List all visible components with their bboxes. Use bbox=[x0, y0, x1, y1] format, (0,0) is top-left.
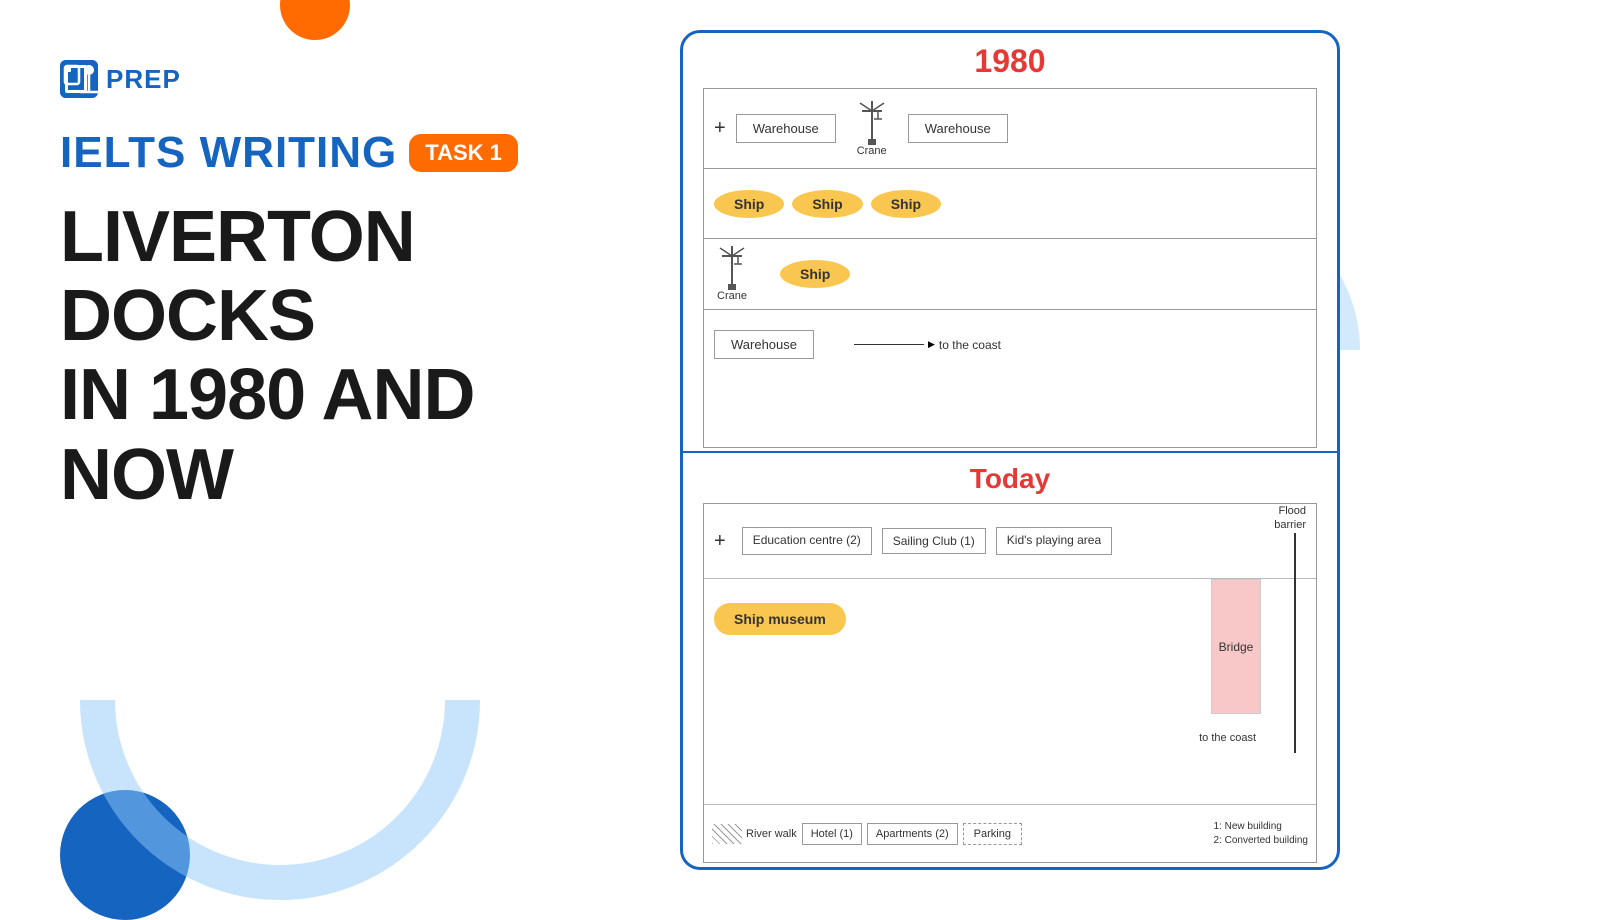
title-line1: LIVERTON DOCKS bbox=[60, 198, 620, 356]
crane-label-top: Crane bbox=[857, 145, 887, 157]
row3-today: to the coast bbox=[704, 659, 1316, 739]
legend: 1: New building 2: Converted building bbox=[1213, 820, 1308, 848]
warehouse-left-1980: Warehouse bbox=[736, 114, 836, 143]
hotel-box: Hotel (1) bbox=[802, 823, 862, 845]
legend-line2: 2: Converted building bbox=[1213, 834, 1308, 848]
kids-playing-box: Kid's playing area bbox=[996, 527, 1112, 555]
crane-icon-1980-top bbox=[854, 101, 890, 145]
row1-today: + Education centre (2) Sailing Club (1) … bbox=[704, 504, 1316, 579]
ielts-line: IELTS WRITING TASK 1 bbox=[60, 128, 620, 178]
crane-label-left: Crane bbox=[717, 290, 747, 302]
cross-symbol-today: + bbox=[714, 530, 726, 553]
ship-oval-1: Ship bbox=[714, 190, 784, 218]
deco-blue-arc-bottom bbox=[80, 500, 480, 900]
left-panel: PREP IELTS WRITING TASK 1 LIVERTON DOCKS… bbox=[60, 60, 620, 515]
river-walk-area: River walk bbox=[712, 824, 797, 844]
logo-icon bbox=[60, 60, 98, 98]
title-line2: IN 1980 AND NOW bbox=[60, 356, 620, 514]
ship-oval-4: Ship bbox=[780, 260, 850, 288]
river-walk-label: River walk bbox=[746, 828, 797, 840]
warehouse-mid-1980: Warehouse bbox=[714, 330, 814, 359]
section-1980: 1980 + Warehouse Crane bbox=[683, 33, 1337, 453]
to-coast-1980: to the coast bbox=[939, 338, 1001, 352]
section-today-title: Today bbox=[703, 463, 1317, 495]
row1-1980: + Warehouse Crane Warehouse bbox=[704, 89, 1316, 169]
row2-today: Ship museum Bridge bbox=[704, 579, 1316, 659]
logo-text: PREP bbox=[106, 64, 181, 95]
education-centre-box: Education centre (2) bbox=[742, 527, 872, 555]
deco-orange-circle-top bbox=[280, 0, 350, 40]
task1-badge: TASK 1 bbox=[409, 134, 518, 172]
legend-line1: 1: New building bbox=[1213, 820, 1308, 834]
ship-oval-2: Ship bbox=[792, 190, 862, 218]
sailing-club-box: Sailing Club (1) bbox=[882, 528, 986, 554]
ship-museum-oval: Ship museum bbox=[714, 603, 846, 635]
map-today: + Education centre (2) Sailing Club (1) … bbox=[703, 503, 1317, 863]
diagonal-pattern bbox=[712, 824, 742, 844]
logo-area: PREP bbox=[60, 60, 620, 98]
diagram-panel: 1980 + Warehouse Crane bbox=[680, 30, 1340, 870]
bridge-label: Bridge bbox=[1219, 640, 1254, 654]
flood-barrier-label: Floodbarrier bbox=[1274, 504, 1306, 533]
row4-1980: Warehouse ▶ to the coast bbox=[704, 309, 1316, 379]
cross-symbol-1980: + bbox=[714, 117, 726, 140]
apartments-box: Apartments (2) bbox=[867, 823, 958, 845]
row4-today: River walk Hotel (1) Apartments (2) Park… bbox=[704, 804, 1316, 862]
section-1980-title: 1980 bbox=[703, 43, 1317, 80]
parking-box: Parking bbox=[963, 823, 1022, 845]
row2-1980: Ship Ship Ship bbox=[704, 169, 1316, 239]
warehouse-right-1980: Warehouse bbox=[908, 114, 1008, 143]
ielts-writing-label: IELTS WRITING bbox=[60, 128, 397, 178]
crane-icon-1980-left bbox=[714, 246, 750, 290]
to-coast-today: to the coast bbox=[1199, 732, 1256, 744]
row3-1980: Crane Ship bbox=[704, 239, 1316, 309]
section-today: Today + Education centre (2) Sailing Clu… bbox=[683, 453, 1337, 870]
map-1980: + Warehouse Crane Warehouse bbox=[703, 88, 1317, 448]
ship-oval-3: Ship bbox=[871, 190, 941, 218]
main-title: LIVERTON DOCKS IN 1980 AND NOW bbox=[60, 198, 620, 515]
